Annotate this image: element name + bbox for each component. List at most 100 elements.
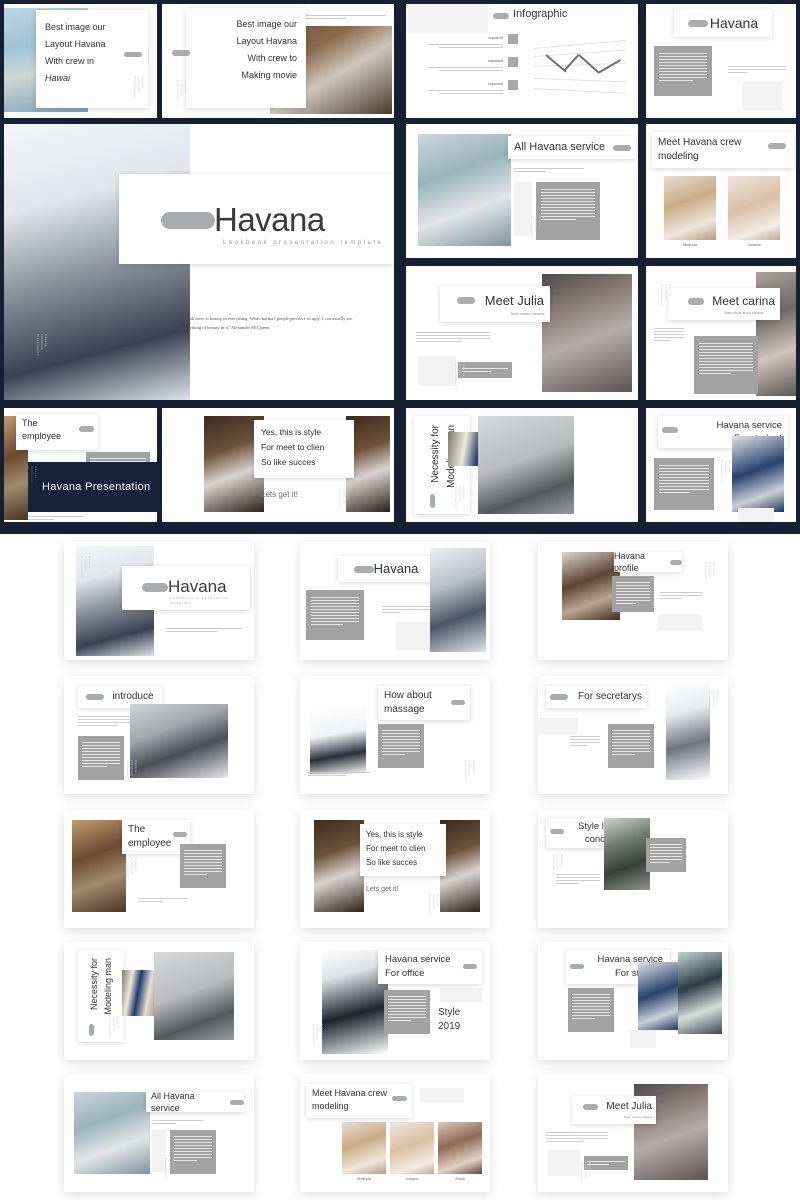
- accent-pill-icon: [662, 427, 678, 433]
- carina-subtitle: Team photo shoot havana: [723, 311, 763, 316]
- infographic-item-label: important: [488, 82, 503, 86]
- accent-pill-icon: [353, 565, 374, 573]
- havana-title: Havana: [373, 561, 419, 577]
- decor-box: [420, 1088, 464, 1102]
- decor-box: [742, 82, 782, 110]
- decor-box: [658, 614, 702, 630]
- gray-text-block: [646, 838, 686, 872]
- havana-presentation-banner: Havana Presentation: [28, 462, 157, 512]
- member-name-johana: Johana: [747, 242, 761, 247]
- slide-side-label: Havana Lookbook Presentation: [26, 466, 38, 488]
- slide-havana-service-student[interactable]: Havana service For student Havana Lookbo…: [646, 408, 796, 522]
- member-name-melinda: Melinda: [356, 1176, 371, 1181]
- hero-quote-lines: [166, 626, 242, 634]
- gray-text-block: [384, 990, 430, 1034]
- student-girl-photo: [678, 952, 722, 1034]
- accent-pill-icon: [688, 297, 705, 305]
- crew-title-line2: modeling: [658, 151, 699, 162]
- accent-pill-icon: [456, 297, 475, 305]
- slide-introduce[interactable]: introduce Havana Lookbook Presentation: [64, 676, 254, 794]
- havana-title: Havana: [214, 201, 325, 238]
- slide-style-live-concert[interactable]: Style live concert Havana Lookbook Prese…: [538, 810, 728, 928]
- employee-word: employee: [128, 838, 172, 849]
- style-word: Style: [438, 1007, 461, 1018]
- slide-infographic[interactable]: Infographic important important importan…: [406, 4, 638, 118]
- infographic-title: Infographic: [513, 8, 568, 20]
- presentation-preview-sheet: Best image our Layout Havana With crew i…: [0, 0, 800, 1200]
- accent-pill-icon: [687, 19, 708, 27]
- slide-necessity-modeling-man-light[interactable]: Necessity for Modeling man Havana Lookbo…: [64, 942, 254, 1060]
- melinda-photo: [342, 1122, 386, 1174]
- introduce-title: introduce: [112, 691, 154, 703]
- decor-box: [418, 356, 456, 386]
- style-line-1: Yes, this is style: [261, 427, 322, 437]
- accent-pill-icon: [570, 964, 584, 969]
- slide-meet-julia[interactable]: Meet Julia Team creator havana Havana Lo…: [406, 266, 638, 400]
- accent-pill-icon: [430, 494, 435, 508]
- slide-for-secretarys[interactable]: For secretarys Havana Lookbook Presentat…: [538, 676, 728, 794]
- accent-pill-icon: [173, 832, 187, 837]
- slide-all-havana-service[interactable]: All Havana service Havana Lookbook Prese…: [406, 124, 638, 258]
- profile-title: Havana profile: [614, 550, 646, 573]
- slide-all-havana-service-light[interactable]: All Havana service Havana Lookbook Prese…: [64, 1074, 254, 1192]
- slide-side-label: Havana Lookbook Presentation: [428, 894, 440, 916]
- slide-yes-this-is-style[interactable]: Yes, this is style For meet to clien So …: [162, 408, 394, 522]
- slide-side-label: Havana Lookbook Presentation: [704, 562, 716, 584]
- havana-subtitle: Lookbook presentation template: [170, 596, 230, 605]
- slide-side-label: Havana Lookbook Presentation: [454, 364, 466, 386]
- accent-pill-icon: [89, 1024, 94, 1036]
- slide-best-image-hawai[interactable]: Best image our Layout Havana With crew i…: [4, 4, 157, 118]
- style-line-3: So like succes: [366, 858, 418, 867]
- handshake-meeting-photo: [130, 704, 228, 778]
- accent-pill-icon: [161, 211, 215, 229]
- slide-hero-havana[interactable]: Havana Lookbook presentation template I …: [4, 124, 394, 400]
- slide-meet-carina[interactable]: Meet carina Team photo shoot havana Hava…: [646, 266, 796, 400]
- group-men-photo: [154, 952, 234, 1040]
- julia-subtitle: Team creator havana: [623, 1114, 652, 1119]
- man-suit-right-photo: [440, 820, 480, 912]
- slide-yes-this-is-style-light[interactable]: Yes, this is style For meet to clien So …: [300, 810, 490, 928]
- slide-side-label: Havana Lookbook Presentation: [530, 216, 542, 238]
- accent-pill-icon: [613, 144, 632, 151]
- secretarys-title: For secretarys: [578, 691, 642, 703]
- identity-note: [556, 872, 600, 886]
- slide-how-about-massage[interactable]: How about massage Havana Lookbook Presen…: [300, 676, 490, 794]
- slide-havana-profile[interactable]: Havana profile Havana Lookbook Presentat…: [538, 542, 728, 660]
- slide-side-label: Havana Lookbook Presentation: [126, 858, 138, 880]
- office-meeting-photo: [74, 1092, 150, 1174]
- slide-best-image-movie[interactable]: Best image our Layout Havana With crew t…: [162, 4, 394, 118]
- accent-pill-icon: [392, 1096, 407, 1101]
- slide-meet-havana-crew[interactable]: Meet Havana crew modeling Melinda Johana: [646, 124, 796, 258]
- slide-the-employee[interactable]: The employee Havana Presentation Havana …: [4, 408, 157, 522]
- gray-text-block: [694, 336, 758, 394]
- accent-pill-icon: [550, 829, 564, 834]
- slide-havana-service-student-light[interactable]: Havana service For student: [538, 942, 728, 1060]
- slide-side-label: Havana Lookbook Presentation: [338, 488, 350, 510]
- slide-side-label: Havana Lookbook Presentation: [36, 334, 48, 356]
- slide-meet-julia-light[interactable]: Meet Julia Team creator havana Havana Lo…: [538, 1074, 728, 1192]
- decor-box: [738, 508, 774, 522]
- accent-pill-icon: [172, 50, 190, 56]
- crew-title-line2: modeling: [312, 1101, 349, 1111]
- guitar-man-photo: [604, 818, 650, 890]
- johana-photo: [728, 176, 780, 240]
- gray-text-block: [654, 46, 712, 96]
- slide-side-label: Havana Lookbook Presentation: [720, 460, 732, 482]
- julia-photo: [542, 274, 632, 392]
- decor-box: [548, 1150, 580, 1176]
- slide-havana-service-office[interactable]: Havana service For office Style 2019 Hav…: [300, 942, 490, 1060]
- slide-meet-havana-crew-light[interactable]: Meet Havana crew modeling Melinda Johana…: [300, 1074, 490, 1192]
- slide-havana-plain[interactable]: Havana: [646, 4, 796, 118]
- accent-pill-icon: [142, 582, 168, 592]
- slide-side-label: Havana Lookbook Presentation: [164, 1158, 176, 1180]
- infographic-item-body: [428, 88, 503, 96]
- employee-photo: [72, 820, 126, 912]
- slide-havana-simple[interactable]: Havana: [300, 542, 490, 660]
- slide-havana-title-light[interactable]: Havana Lookbook presentation template Ha…: [64, 542, 254, 660]
- slide-the-employee-light[interactable]: The employee Havana Lookbook Presentatio…: [64, 810, 254, 928]
- small-note-text: [660, 590, 702, 601]
- corner-decor: [406, 4, 488, 34]
- slide-necessity-modeling-man[interactable]: Necessity for Modeling man Havana Lookbo…: [406, 408, 638, 522]
- necessity-line-1: Necessity for: [430, 425, 441, 483]
- havana-title: Havana: [709, 14, 759, 31]
